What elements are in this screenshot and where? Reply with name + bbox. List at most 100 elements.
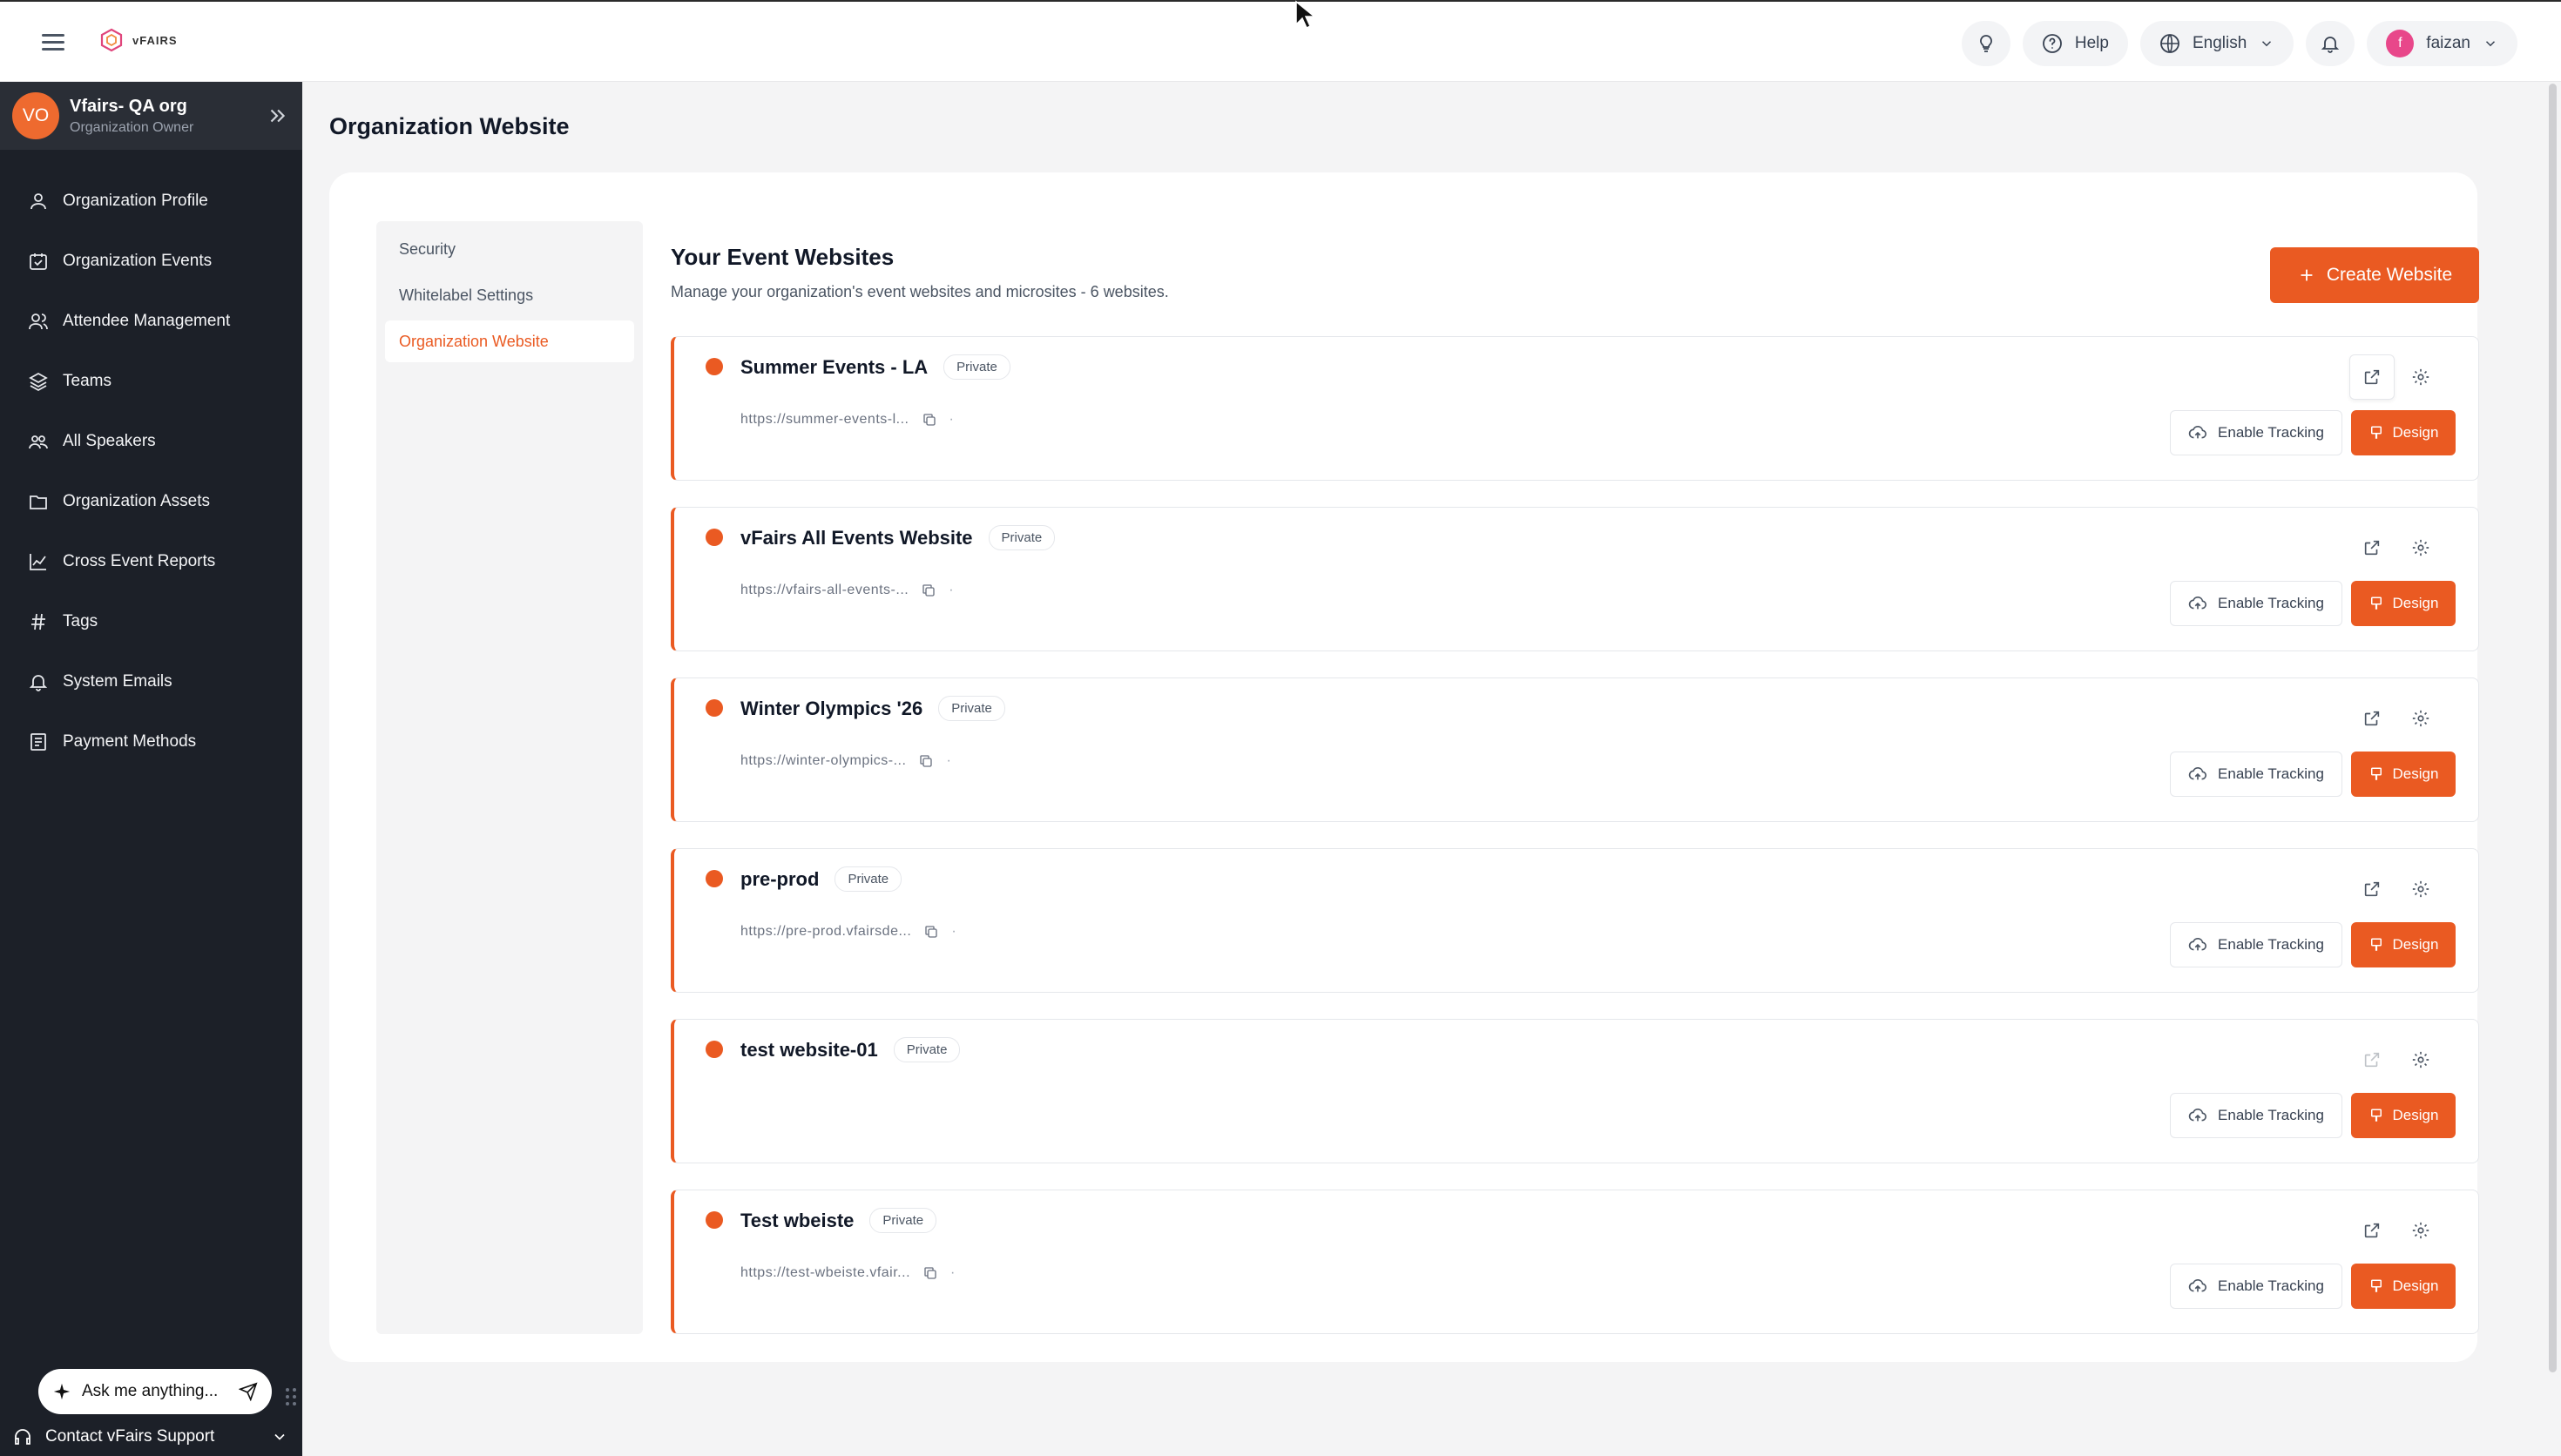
enable-tracking-label: Enable Tracking xyxy=(2218,765,2324,782)
help-button[interactable]: Help xyxy=(2022,21,2128,66)
sidebar: VO Vfairs- QA org Organization Owner Org… xyxy=(0,82,302,1456)
website-settings-button[interactable] xyxy=(2398,866,2443,912)
design-button[interactable]: Design xyxy=(2351,1093,2456,1138)
main-card: Security Whitelabel Settings Organizatio… xyxy=(329,172,2479,1362)
website-settings-button[interactable] xyxy=(2398,525,2443,570)
org-switcher[interactable]: VO Vfairs- QA org Organization Owner xyxy=(0,82,302,150)
chevron-down-icon xyxy=(274,1433,285,1440)
speakers-icon xyxy=(29,435,48,448)
page-scrollbar[interactable] xyxy=(2544,82,2561,1456)
copy-icon[interactable] xyxy=(922,412,937,428)
theme-toggle-button[interactable] xyxy=(1961,21,2010,66)
copy-icon[interactable] xyxy=(918,753,934,769)
scrollbar-thumb[interactable] xyxy=(2549,84,2557,1372)
enable-tracking-label: Enable Tracking xyxy=(2218,424,2324,441)
status-dot xyxy=(706,358,723,375)
subnav-item-security[interactable]: Security xyxy=(385,228,634,270)
website-settings-button[interactable] xyxy=(2398,1208,2443,1253)
enable-tracking-button[interactable]: Enable Tracking xyxy=(2170,1264,2342,1309)
website-card: Winter Olympics '26 Private https://wint… xyxy=(671,677,2479,822)
sidebar-item-organization-assets[interactable]: Organization Assets xyxy=(0,471,302,531)
status-dot xyxy=(706,529,723,546)
help-label: Help xyxy=(2074,34,2109,52)
sidebar-item-cross-event-reports[interactable]: Cross Event Reports xyxy=(0,531,302,591)
sidebar-item-organization-events[interactable]: Organization Events xyxy=(0,231,302,291)
open-website-button[interactable] xyxy=(2349,696,2395,741)
sidebar-item-attendee-management[interactable]: Attendee Management xyxy=(0,291,302,351)
copy-icon[interactable] xyxy=(922,1265,938,1281)
chevrons-right-icon[interactable] xyxy=(266,104,288,127)
design-button[interactable]: Design xyxy=(2351,581,2456,626)
visibility-badge: Private xyxy=(869,1208,937,1233)
open-website-button[interactable] xyxy=(2349,525,2395,570)
enable-tracking-button[interactable]: Enable Tracking xyxy=(2170,1093,2342,1138)
website-card: Summer Events - LA Private https://summe… xyxy=(671,336,2479,481)
open-website-button[interactable] xyxy=(2349,354,2395,400)
website-card: vFairs All Events Website Private https:… xyxy=(671,507,2479,651)
language-select[interactable]: English xyxy=(2139,21,2294,66)
website-name: Summer Events - LA xyxy=(740,355,929,378)
user-avatar: f xyxy=(2386,30,2415,57)
brush-icon xyxy=(2370,597,2382,610)
external-link-icon xyxy=(2364,711,2380,726)
sidebar-item-organization-profile[interactable]: Organization Profile xyxy=(0,171,302,231)
enable-tracking-button[interactable]: Enable Tracking xyxy=(2170,410,2342,455)
enable-tracking-label: Enable Tracking xyxy=(2218,1107,2324,1123)
website-settings-button[interactable] xyxy=(2398,696,2443,741)
enable-tracking-button[interactable]: Enable Tracking xyxy=(2170,752,2342,797)
website-name: Test wbeiste xyxy=(740,1209,855,1231)
copy-icon[interactable] xyxy=(923,924,939,940)
external-link-icon xyxy=(2364,1223,2380,1238)
hamburger-menu-icon[interactable] xyxy=(37,26,70,59)
create-website-button[interactable]: Create Website xyxy=(2270,247,2479,303)
status-dot xyxy=(706,1041,723,1058)
design-button[interactable]: Design xyxy=(2351,410,2456,455)
send-icon[interactable] xyxy=(239,1382,258,1401)
gear-icon xyxy=(2412,880,2429,898)
subnav-item-whitelabel-settings[interactable]: Whitelabel Settings xyxy=(385,274,634,316)
ask-ai-input[interactable]: Ask me anything... xyxy=(38,1369,272,1414)
brush-icon xyxy=(2370,1109,2382,1122)
open-website-button[interactable] xyxy=(2349,1037,2395,1082)
enable-tracking-label: Enable Tracking xyxy=(2218,595,2324,611)
sidebar-item-label: Organization Profile xyxy=(63,191,208,210)
website-url: https://test-wbeiste.vfair... xyxy=(740,1265,911,1280)
design-button[interactable]: Design xyxy=(2351,922,2456,967)
folder-icon xyxy=(30,495,47,509)
hash-icon xyxy=(31,613,45,630)
enable-tracking-button[interactable]: Enable Tracking xyxy=(2170,581,2342,626)
cloud-upload-icon xyxy=(2188,1278,2207,1292)
website-settings-button[interactable] xyxy=(2398,1037,2443,1082)
sidebar-item-all-speakers[interactable]: All Speakers xyxy=(0,411,302,471)
sidebar-item-label: Organization Assets xyxy=(63,491,210,510)
sidebar-item-payment-methods[interactable]: Payment Methods xyxy=(0,711,302,772)
design-label: Design xyxy=(2392,1107,2439,1123)
copy-icon[interactable] xyxy=(921,583,936,598)
section-title: Your Event Websites xyxy=(671,244,895,270)
drag-handle-icon[interactable] xyxy=(282,1386,300,1407)
sidebar-item-tags[interactable]: Tags xyxy=(0,591,302,651)
status-dot xyxy=(706,699,723,717)
cloud-upload-icon xyxy=(2188,1108,2207,1122)
subnav-item-organization-website[interactable]: Organization Website xyxy=(385,320,634,362)
website-settings-button[interactable] xyxy=(2398,354,2443,400)
separator-dot: · xyxy=(949,583,955,597)
vfairs-logo[interactable]: vFAIRS xyxy=(99,28,178,52)
brush-icon xyxy=(2370,938,2382,951)
chevron-down-icon xyxy=(2485,41,2496,47)
visibility-badge: Private xyxy=(938,696,1005,721)
design-button[interactable]: Design xyxy=(2351,1264,2456,1309)
chart-line-icon xyxy=(30,553,46,570)
sidebar-item-system-emails[interactable]: System Emails xyxy=(0,651,302,711)
sidebar-item-teams[interactable]: Teams xyxy=(0,351,302,411)
open-website-button[interactable] xyxy=(2349,866,2395,912)
contact-support-button[interactable]: Contact vFairs Support xyxy=(0,1418,302,1456)
notifications-button[interactable] xyxy=(2306,21,2355,66)
open-website-button[interactable] xyxy=(2349,1208,2395,1253)
enable-tracking-button[interactable]: Enable Tracking xyxy=(2170,922,2342,967)
org-role: Organization Owner xyxy=(70,119,194,135)
user-menu[interactable]: f faizan xyxy=(2367,21,2517,66)
user-icon xyxy=(30,192,46,209)
ask-ai-placeholder: Ask me anything... xyxy=(82,1382,219,1400)
design-button[interactable]: Design xyxy=(2351,752,2456,797)
